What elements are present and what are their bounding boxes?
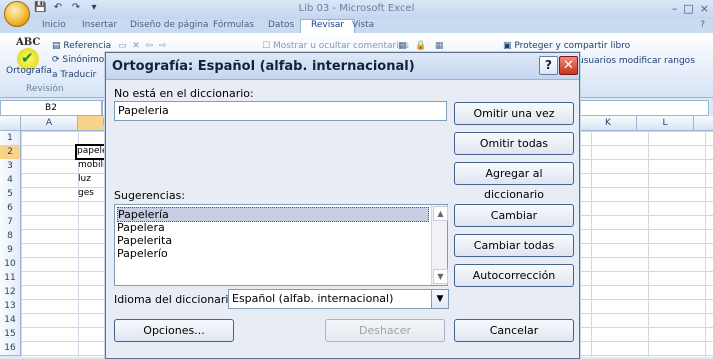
row-header[interactable]: 9 [0,243,21,258]
tab-datos[interactable]: Datos [268,20,294,30]
protect-icons: ▦ 🔒 ▦ [398,41,444,51]
protect-share-button[interactable]: ▣ Proteger y compartir libro [503,41,630,51]
thesaurus-label: Sinónimos [62,55,109,65]
dialog-close-button[interactable]: ✕ [559,56,578,75]
suggestions-list[interactable]: Papelería Papelera Papelerita Papelerío … [114,204,448,286]
row-header[interactable]: 11 [0,271,21,286]
ignore-all-button[interactable]: Omitir todas [454,132,574,155]
translate-button[interactable]: a Traducir [52,70,96,80]
autocorrect-button[interactable]: Autocorrección [454,264,574,287]
comment-tools: ▭ ✕ ⇦ ⇨ [118,41,167,51]
dialog-title: Ortografía: Español (alfab. internaciona… [112,59,415,74]
cancel-button[interactable]: Cancelar [454,319,574,342]
row-header[interactable]: 3 [0,159,21,174]
proofing-group-label: Revisión [26,84,64,94]
row-header[interactable]: 10 [0,257,21,272]
row-header[interactable]: 6 [0,201,21,216]
row-header[interactable]: 12 [0,285,21,300]
tab-revisar[interactable]: Revisar [300,19,356,34]
change-all-button[interactable]: Cambiar todas [454,234,574,257]
cell-b3[interactable]: mobili [78,160,106,170]
add-to-dictionary-button[interactable]: Agregar al diccionario [454,162,574,201]
row-header[interactable]: 4 [0,173,21,188]
row-header[interactable]: 2 [0,145,21,160]
column-header-l[interactable]: L [637,116,694,130]
help-icon[interactable]: ? [700,20,705,30]
suggestions-label: Sugerencias: [114,189,186,202]
research-label: Referencia [63,41,112,51]
minimize-button[interactable]: – [672,2,678,15]
dictionary-language-value: Español (alfab. internacional) [232,292,394,305]
options-button[interactable]: Opciones... [114,319,234,342]
close-window-button[interactable]: × [700,2,709,15]
scroll-down-icon[interactable]: ▼ [433,269,448,284]
row-header[interactable]: 13 [0,299,21,314]
row-header[interactable]: 5 [0,187,21,202]
not-in-dictionary-label: No está en el diccionario: [114,87,254,100]
column-header-k[interactable]: K [580,116,637,130]
not-in-dictionary-field[interactable]: Papeleria [114,101,447,121]
column-header-a[interactable]: A [21,116,78,130]
tab-insertar[interactable]: Insertar [82,20,117,30]
translate-label: Traducir [60,70,97,80]
row-header[interactable]: 7 [0,215,21,230]
row-header[interactable]: 16 [0,341,21,356]
cell-b4[interactable]: luz [78,174,91,184]
office-button[interactable] [4,1,30,27]
tab-formulas[interactable]: Fórmulas [213,20,254,30]
protect-share-label: Proteger y compartir libro [514,41,631,51]
tab-inicio[interactable]: Inicio [42,20,66,30]
show-hide-comments-label: Mostrar u ocultar comentarios [272,41,409,51]
tab-diseno-pagina[interactable]: Diseño de página [130,20,209,30]
dictionary-language-select[interactable]: Español (alfab. internacional) ▼ [228,289,449,309]
suggestion-item[interactable]: Papelerita [117,234,172,247]
research-button[interactable]: ▤ Referencia [52,41,111,51]
dialog-help-button[interactable]: ? [539,56,558,75]
window-title: Lib 03 - Microsoft Excel [298,3,415,14]
maximize-button[interactable]: □ [683,2,693,15]
title-bar: 💾 ↶ ↷ ▾ Lib 03 - Microsoft Excel – □ × [0,0,713,27]
show-hide-comments-button[interactable]: ☐ Mostrar u ocultar comentarios [262,41,409,51]
allow-users-edit-ranges[interactable]: usuarios modificar rangos [578,56,695,66]
row-header[interactable]: 14 [0,313,21,328]
spelling-button[interactable]: Ortografía [6,66,52,76]
spelling-icon[interactable]: ABC [16,37,40,48]
change-button[interactable]: Cambiar [454,204,574,227]
scroll-up-icon[interactable]: ▲ [433,206,448,221]
row-header[interactable]: 1 [0,131,21,146]
window-controls: – □ × [672,2,709,15]
tab-vista[interactable]: Vista [352,20,374,30]
suggestion-item[interactable]: Papelerío [117,247,168,260]
suggestion-item[interactable]: Papelera [117,221,165,234]
row-header[interactable]: 8 [0,229,21,244]
cell-b5[interactable]: ges [78,188,94,198]
spelling-dialog: Ortografía: Español (alfab. internaciona… [105,52,580,359]
name-box[interactable]: B2 [0,100,102,116]
thesaurus-button[interactable]: ⟳ Sinónimos [52,55,109,65]
suggestion-item[interactable]: Papelería [117,207,429,222]
suggestions-scrollbar[interactable]: ▲ ▼ [431,205,448,285]
dictionary-language-label: Idioma del diccionario: [114,293,239,306]
chevron-down-icon[interactable]: ▼ [431,290,448,308]
select-all-corner[interactable] [0,116,21,130]
ignore-once-button[interactable]: Omitir una vez [454,102,574,125]
ribbon-tabs: Inicio Insertar Diseño de página Fórmula… [0,19,713,34]
undo-button[interactable]: Deshacer [325,319,445,342]
dialog-title-bar: Ortografía: Español (alfab. internaciona… [106,53,579,80]
row-header[interactable]: 15 [0,327,21,342]
